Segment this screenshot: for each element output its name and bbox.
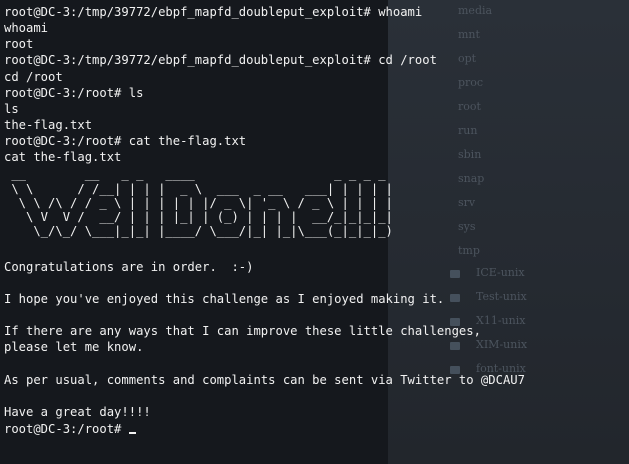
terminal-line: root@DC-3:/root# cat the-flag.txt xyxy=(4,134,247,149)
terminal-line: ls xyxy=(4,101,19,116)
terminal-line: cat the-flag.txt xyxy=(4,150,122,165)
terminal-line: As per usual, comments and complaints ca… xyxy=(4,372,525,387)
well-done-ascii-art: __ __ _ _ ____ _ _ _ _ \ \ / /__| | | | … xyxy=(11,167,393,239)
terminal-line: If there are any ways that I can improve… xyxy=(4,324,481,339)
terminal-line: root@DC-3:/root# ls xyxy=(4,85,144,100)
terminal-line: cd /root xyxy=(4,69,63,84)
terminal-line: root xyxy=(4,37,34,52)
terminal-line: the-flag.txt xyxy=(4,117,93,132)
terminal-line: Congratulations are in order. :-) xyxy=(4,259,254,274)
terminal-line: please let me know. xyxy=(4,340,144,355)
terminal-line: root@DC-3:/tmp/39772/ebpf_mapfd_doublepu… xyxy=(4,53,437,68)
terminal-line: Have a great day!!!! xyxy=(4,404,151,419)
terminal-window[interactable]: root@DC-3:/tmp/39772/ebpf_mapfd_doublepu… xyxy=(0,0,629,464)
terminal-prompt: root@DC-3:/root# xyxy=(4,421,129,436)
terminal-line: whoami xyxy=(4,21,49,36)
terminal-cursor xyxy=(128,420,136,434)
terminal-line: I hope you've enjoyed this challenge as … xyxy=(4,291,445,306)
terminal-line: root@DC-3:/tmp/39772/ebpf_mapfd_doublepu… xyxy=(4,5,423,19)
terminal-prompt-line[interactable]: root@DC-3:/root# xyxy=(4,420,629,436)
